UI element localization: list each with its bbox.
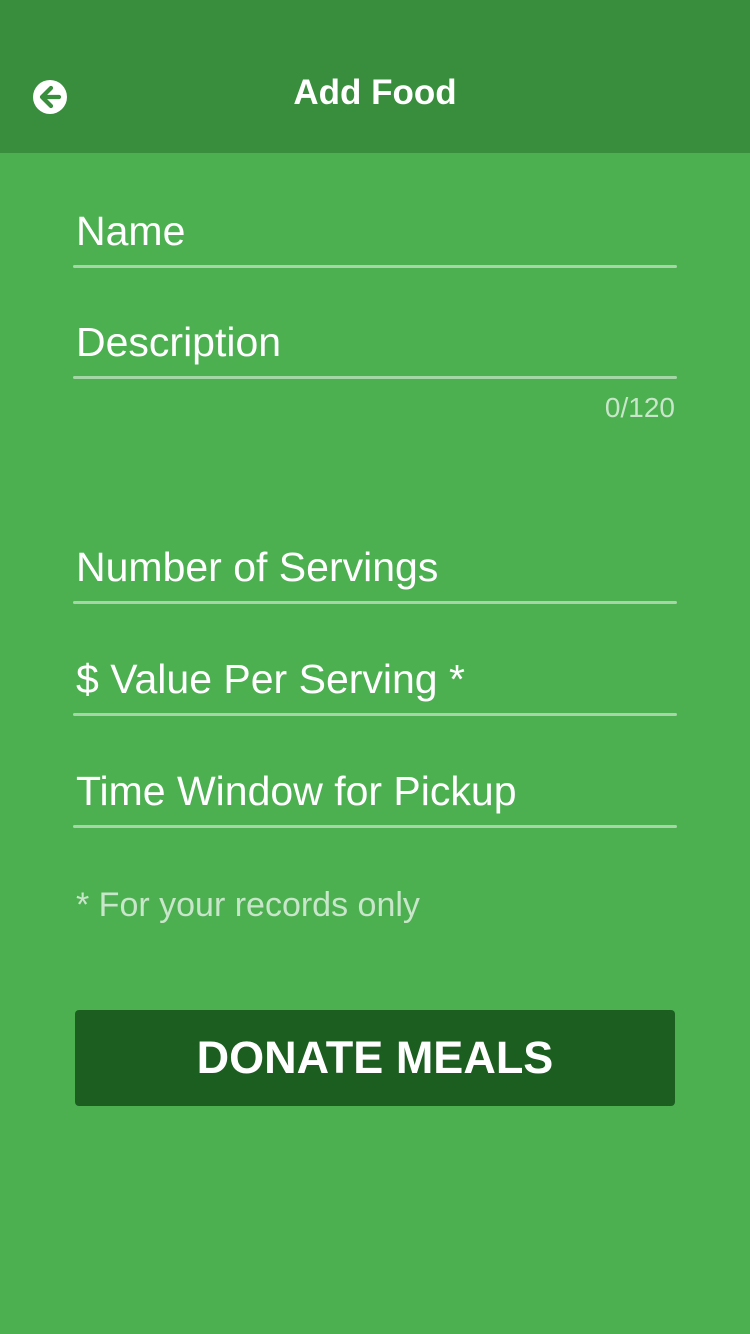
servings-field-underline <box>73 601 677 604</box>
description-field-label: Description <box>76 319 282 365</box>
description-field[interactable]: Description <box>73 299 677 379</box>
name-field-label: Name <box>76 208 186 254</box>
name-field-underline <box>73 265 677 268</box>
page-title: Add Food <box>293 73 457 112</box>
name-field[interactable]: Name <box>73 188 677 268</box>
value-per-serving-field-label: $ Value Per Serving * <box>76 656 465 702</box>
pickup-time-window-field[interactable]: Time Window for Pickup <box>73 748 677 828</box>
pickup-time-window-field-underline <box>73 825 677 828</box>
value-per-serving-field[interactable]: $ Value Per Serving * <box>73 636 677 716</box>
donate-meals-button[interactable]: DONATE MEALS <box>75 1010 675 1106</box>
servings-field[interactable]: Number of Servings <box>73 524 677 604</box>
value-per-serving-field-underline <box>73 713 677 716</box>
pickup-time-window-field-label: Time Window for Pickup <box>76 768 517 814</box>
records-only-note: * For your records only <box>76 886 420 924</box>
description-field-underline <box>73 376 677 379</box>
app-bar: Add Food <box>0 0 750 153</box>
add-food-screen: Add Food Name Description 0/120 Number o… <box>0 0 750 1334</box>
description-character-counter: 0/120 <box>604 392 675 423</box>
servings-field-label: Number of Servings <box>76 544 439 590</box>
